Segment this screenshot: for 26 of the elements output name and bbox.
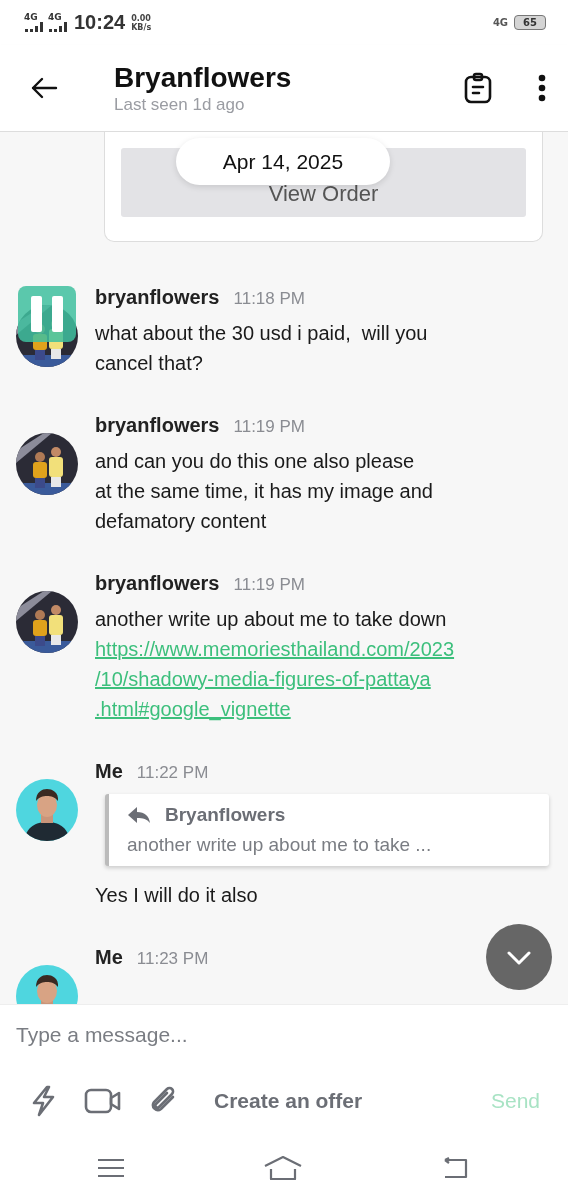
date-tooltip: Apr 14, 2025 [176, 138, 390, 185]
battery-indicator: 65 [514, 15, 546, 30]
network-label: 4G [492, 17, 509, 28]
message-time: 11:18 PM [233, 289, 305, 309]
sender-name: bryanflowers [95, 286, 220, 309]
last-seen-status: Last seen 1d ago [114, 94, 246, 115]
message-time: 11:19 PM [233, 417, 305, 437]
clock-time: 10:24 [74, 11, 126, 34]
contact-name: Bryanflowers [114, 61, 293, 94]
reply-text: another write up about me to take ... [127, 834, 433, 856]
message-time: 11:23 PM [136, 949, 209, 969]
message-time: 11:22 PM [136, 763, 209, 783]
message-text: Yes I will do it also [95, 883, 259, 908]
speed-unit: KB/s [131, 22, 152, 32]
sender-name: bryanflowers [95, 572, 220, 595]
network-label: 4G [48, 13, 62, 22]
network-label: 4G [24, 13, 38, 22]
reply-sender: Bryanflowers [165, 804, 286, 826]
sender-name: Me [95, 760, 123, 783]
message-time: 11:19 PM [233, 575, 305, 595]
speed-value: 0.00 [131, 13, 152, 23]
sender-name: bryanflowers [95, 414, 220, 437]
message-text: what about the 30 usd i paid, will you cancel that? [95, 321, 429, 376]
sender-name: Me [95, 946, 123, 969]
message-text: and can you do this one also please at the same time, it has my image and defamatory content [95, 449, 434, 534]
message-text: another write up about me to take down [95, 607, 448, 632]
